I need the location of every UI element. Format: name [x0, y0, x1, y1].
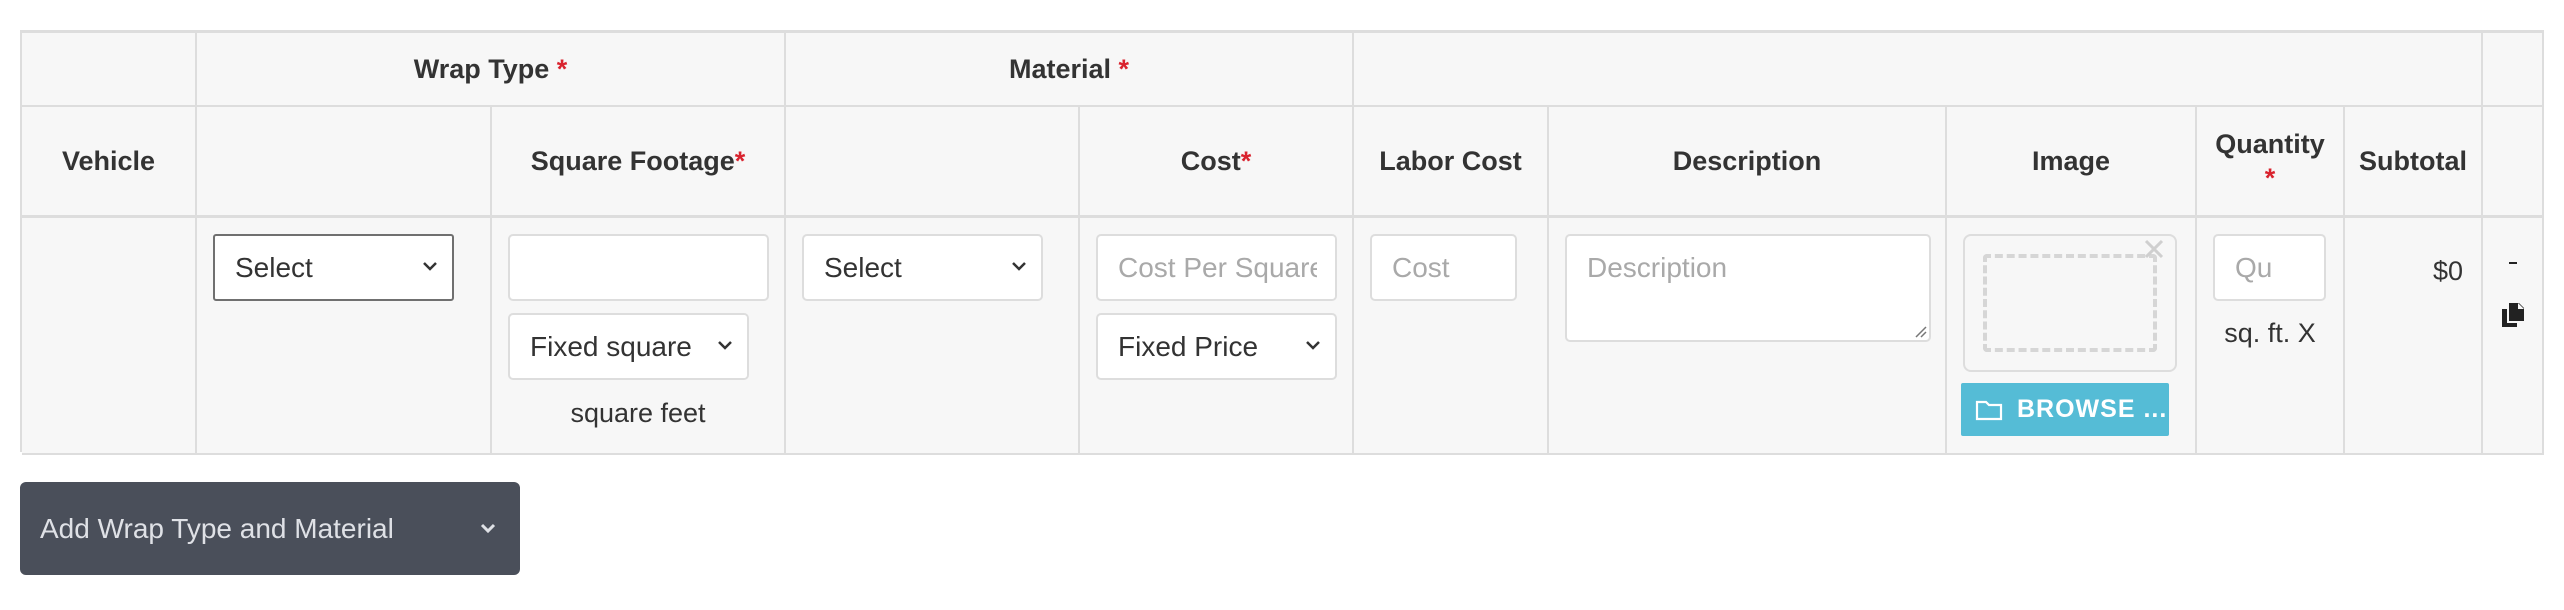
labor-cost-cell: Cost [1354, 218, 1549, 455]
chevron-down-icon [1306, 340, 1320, 350]
chevron-down-icon [480, 523, 496, 534]
actions-cell [2483, 218, 2544, 455]
quantity-placeholder: Qu [2235, 251, 2273, 283]
browse-label: BROWSE ... [2017, 395, 2168, 423]
quantity-suffix: sq. ft. X [2224, 318, 2316, 348]
square-footage-label: Square Footage [530, 146, 735, 176]
close-icon[interactable] [2139, 234, 2169, 264]
required-marker: * [734, 146, 746, 176]
cost-mode-value: Fixed Price [1118, 330, 1259, 362]
header-vehicle: Vehicle [22, 107, 197, 218]
header-empty-vehicle-top [22, 33, 197, 107]
header-labor-cost: Labor Cost [1354, 107, 1549, 218]
copy-icon[interactable] [2501, 302, 2525, 328]
material-select[interactable]: Select [802, 234, 1043, 301]
description-placeholder: Description [1587, 252, 1728, 283]
quantity-input[interactable]: Qu [2213, 234, 2326, 301]
material-label: Material [1008, 54, 1111, 84]
header-empty-actions-top [2483, 33, 2544, 107]
chevron-down-icon [1012, 261, 1026, 271]
browse-button[interactable]: BROWSE ... [1961, 383, 2169, 436]
header-empty-group [1354, 33, 2483, 107]
header-wrap-type: Wrap Type * [197, 33, 786, 107]
vehicle-cell [22, 218, 197, 455]
material-cell: Select [786, 218, 1080, 455]
square-footage-input[interactable] [508, 234, 769, 301]
chevron-down-icon [718, 340, 732, 350]
folder-icon [1975, 400, 2003, 420]
add-wrap-type-material-button[interactable]: Add Wrap Type and Material [20, 482, 520, 575]
subtotal-label: Subtotal [2359, 146, 2467, 176]
subtotal-cell: $0 [2345, 218, 2483, 455]
required-marker: * [1118, 54, 1130, 84]
header-empty-wrap [197, 107, 492, 218]
resize-handle-icon[interactable] [1913, 324, 1927, 338]
cost-label: Cost [1180, 146, 1241, 176]
material-select-value: Select [824, 251, 902, 283]
header-material: Material * [786, 33, 1354, 107]
required-marker: * [1240, 146, 1252, 176]
cost-mode-select[interactable]: Fixed Price [1096, 313, 1337, 380]
square-footage-cell: Fixed square square feet [492, 218, 786, 455]
header-cost: Cost * [1080, 107, 1354, 218]
header-quantity: Quantity * [2197, 107, 2345, 218]
wrap-type-select[interactable]: Select [213, 234, 454, 301]
labor-cost-input[interactable]: Cost [1370, 234, 1517, 301]
footage-mode-select[interactable]: Fixed square [508, 313, 749, 380]
labor-cost-label: Labor Cost [1379, 146, 1522, 176]
wrap-type-label: Wrap Type [413, 54, 550, 84]
add-button-label: Add Wrap Type and Material [40, 512, 394, 544]
header-description: Description [1549, 107, 1947, 218]
wrap-type-select-value: Select [235, 251, 313, 283]
description-textarea[interactable]: Description [1565, 234, 1931, 342]
image-dropzone[interactable] [1963, 234, 2177, 372]
header-image: Image [1947, 107, 2197, 218]
required-marker: * [556, 54, 568, 84]
cost-per-square-placeholder: Cost Per Square [1118, 251, 1325, 283]
footage-unit-label: square feet [570, 398, 706, 428]
labor-cost-placeholder: Cost [1392, 251, 1450, 283]
image-drop-area [1983, 254, 2157, 352]
cost-cell: Cost Per Square Fixed Price [1080, 218, 1354, 455]
vehicle-label: Vehicle [61, 146, 156, 176]
subtotal-value: $0 [2432, 256, 2463, 286]
footage-mode-value: Fixed square [530, 330, 692, 362]
header-square-footage: Square Footage * [492, 107, 786, 218]
chevron-down-icon [423, 261, 437, 271]
required-marker: * [2264, 163, 2276, 193]
image-label: Image [2031, 146, 2111, 176]
header-empty-material [786, 107, 1080, 218]
header-subtotal: Subtotal [2345, 107, 2483, 218]
description-label: Description [1672, 146, 1822, 176]
quantity-cell: Qu sq. ft. X [2197, 218, 2345, 455]
description-cell: Description [1549, 218, 1947, 455]
quantity-label: Quantity [2215, 129, 2325, 159]
wrap-type-cell: Select [197, 218, 492, 455]
header-empty-actions [2483, 107, 2544, 218]
cost-per-square-input[interactable]: Cost Per Square [1096, 234, 1337, 301]
image-cell: BROWSE ... [1947, 218, 2197, 455]
minus-icon[interactable] [2501, 262, 2525, 270]
wrap-material-table: Wrap Type * Material * Vehicle Square Fo… [20, 30, 2544, 455]
